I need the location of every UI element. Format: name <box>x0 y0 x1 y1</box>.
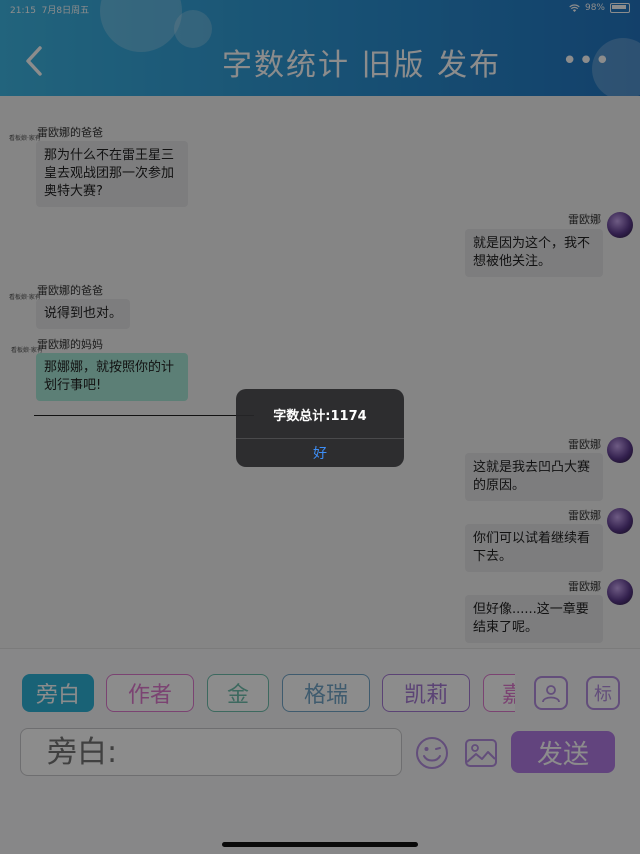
chat-editor-page: 21:15 7月8日周五 98% 字数统计 旧版 发布 ••• 看板娘·家有 雷… <box>0 0 640 854</box>
alert-ok-button[interactable]: 好 <box>236 439 404 467</box>
word-count-alert: 字数总计:1174 好 <box>236 389 404 467</box>
alert-title: 字数总计:1174 <box>273 409 367 424</box>
